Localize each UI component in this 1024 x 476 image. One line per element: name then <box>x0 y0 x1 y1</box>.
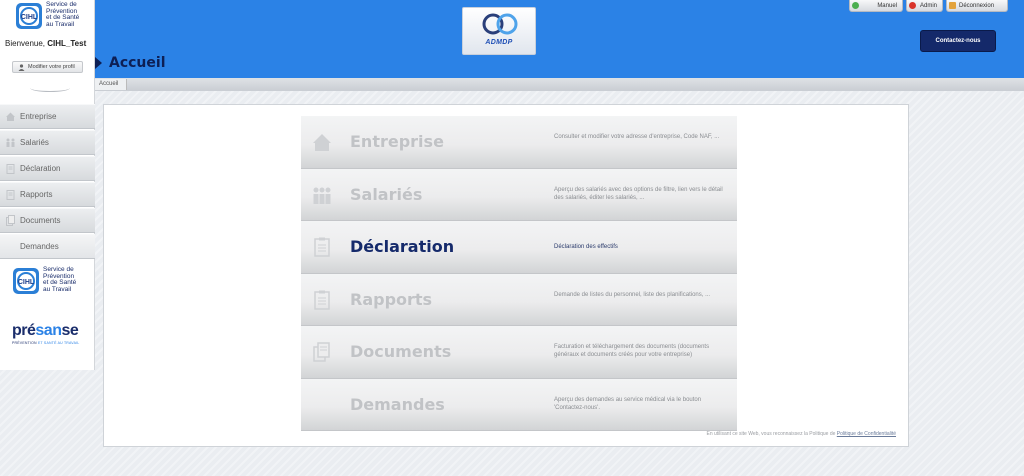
title-arrow-icon <box>95 57 102 69</box>
breadcrumb-bar <box>0 78 1024 91</box>
sidebar-item-rapports[interactable]: Rapports <box>0 182 95 207</box>
sidebar-item-salaries[interactable]: Salariés <box>0 130 95 155</box>
menu-item-salaries[interactable]: Salariés Aperçu des salariés avec des op… <box>301 168 737 221</box>
breadcrumb-home[interactable]: Accueil <box>95 79 128 90</box>
sidebar-item-entreprise[interactable]: Entreprise <box>0 104 95 129</box>
home-menu: Entreprise Consulter et modifier votre a… <box>301 116 737 431</box>
people-icon <box>313 187 331 204</box>
menu-item-documents[interactable]: Documents Facturation et téléchargement … <box>301 326 737 379</box>
menu-item-description: Aperçu des salariés avec des options de … <box>554 186 723 201</box>
sidebar-nav: Entreprise Salariés Déclaration Rapports… <box>0 104 95 260</box>
presanse-part: se <box>61 322 79 339</box>
presanse-tagline: PRÉVENTION ET SANTÉ AU TRAVAIL <box>12 341 87 345</box>
menu-item-title: Rapports <box>350 289 433 309</box>
presanse-tag-part: ET SANTÉ AU TRAVAIL <box>37 341 80 345</box>
deconnexion-label: Déconnexion <box>959 2 995 9</box>
sidebar-item-label: Demandes <box>20 242 59 251</box>
sidebar-item-label: Rapports <box>20 190 53 199</box>
cihl-logo-bottom: CIHL Service de Prévention et de Santé a… <box>12 266 87 297</box>
lock-icon <box>949 2 956 9</box>
presanse-wordmark: présanse <box>12 322 87 340</box>
sidebar-item-documents[interactable]: Documents <box>0 208 95 233</box>
user-name: CIHL_Test <box>47 39 87 48</box>
clipboard-icon <box>314 290 330 310</box>
edit-profile-label: Modifier votre profil <box>28 64 75 70</box>
cihl-logo: CIHL Service de Prévention et de Santé a… <box>15 1 90 32</box>
menu-item-declaration[interactable]: Déclaration Déclaration des effectifs <box>301 221 737 274</box>
manuel-label: Manuel <box>877 2 897 9</box>
menu-item-title: Entreprise <box>350 132 444 151</box>
page-title: Accueil <box>109 55 166 71</box>
sidebar-item-label: Salariés <box>20 138 49 147</box>
menu-item-description: Consulter et modifier votre adresse d'en… <box>554 134 720 140</box>
menu-item-title: Salariés <box>350 184 423 204</box>
red-gear-icon <box>909 2 916 9</box>
menu-item-description: Déclaration des effectifs <box>554 244 618 250</box>
clipboard-icon <box>314 237 330 257</box>
presanse-part: pré <box>12 322 36 339</box>
house-icon <box>6 112 15 121</box>
edit-profile-button[interactable]: Modifier votre profil <box>12 61 83 73</box>
privacy-footer: En utilisant ce site Web, vous reconnais… <box>707 431 896 437</box>
green-check-icon <box>852 2 859 9</box>
welcome-text: Bienvenue, CIHL_Test <box>5 39 86 48</box>
contact-button[interactable]: Contactez-nous <box>920 30 996 52</box>
sidebar-item-label: Documents <box>20 216 61 225</box>
menu-item-title: Déclaration <box>350 237 455 256</box>
menu-item-rapports[interactable]: Rapports Demande de listes du personnel,… <box>301 273 737 326</box>
documents-icon <box>313 342 330 362</box>
presanse-logo: présanse PRÉVENTION ET SANTÉ AU TRAVAIL <box>12 322 87 350</box>
sidebar-item-declaration[interactable]: Déclaration <box>0 156 95 181</box>
manuel-link[interactable]: Manuel <box>849 0 903 12</box>
sidebar: CIHL Service de Prévention et de Santé a… <box>0 0 95 370</box>
cihl-logo-line: au Travail <box>43 285 72 293</box>
menu-item-description: Aperçu des demandes au service médical v… <box>554 396 702 411</box>
documents-icon <box>6 215 15 226</box>
menu-item-description: Demande de listes du personnel, liste de… <box>554 291 711 298</box>
sidebar-item-label: Entreprise <box>20 112 57 121</box>
menu-item-title: Demandes <box>350 394 445 414</box>
user-icon <box>18 63 25 71</box>
svg-text:CIHL: CIHL <box>21 14 38 21</box>
privacy-policy-link[interactable]: Politique de Confidentialité <box>837 431 896 437</box>
people-icon <box>6 138 15 147</box>
admin-link[interactable]: Admin <box>906 0 943 12</box>
svg-text:CIHL: CIHL <box>18 279 35 286</box>
menu-item-demandes[interactable]: Demandes Aperçu des demandes au service … <box>301 378 737 431</box>
admdp-rings-icon <box>482 13 518 35</box>
admdp-logo: ADMDP <box>462 7 536 55</box>
sidebar-item-label: Déclaration <box>20 164 61 173</box>
welcome-prefix: Bienvenue, <box>5 39 46 48</box>
menu-item-description: Facturation et téléchargement des docume… <box>554 344 710 358</box>
admin-label: Admin <box>919 2 937 9</box>
top-links: Manuel Admin Déconnexion <box>849 0 1008 12</box>
presanse-part: san <box>35 322 62 339</box>
privacy-footer-text: En utilisant ce site Web, vous reconnais… <box>706 431 836 437</box>
house-icon <box>313 134 331 151</box>
admdp-logo-text: ADMDP <box>485 39 513 46</box>
clipboard-icon <box>6 164 15 174</box>
presanse-tag-part: PRÉVENTION <box>12 341 37 345</box>
menu-item-title: Documents <box>350 342 452 361</box>
cihl-logo-line: au Travail <box>46 20 75 28</box>
clipboard-icon <box>6 190 15 200</box>
divider <box>30 84 70 92</box>
deconnexion-link[interactable]: Déconnexion <box>946 0 1008 12</box>
menu-item-entreprise[interactable]: Entreprise Consulter et modifier votre a… <box>301 116 737 169</box>
sidebar-item-demandes[interactable]: Demandes <box>0 234 95 259</box>
